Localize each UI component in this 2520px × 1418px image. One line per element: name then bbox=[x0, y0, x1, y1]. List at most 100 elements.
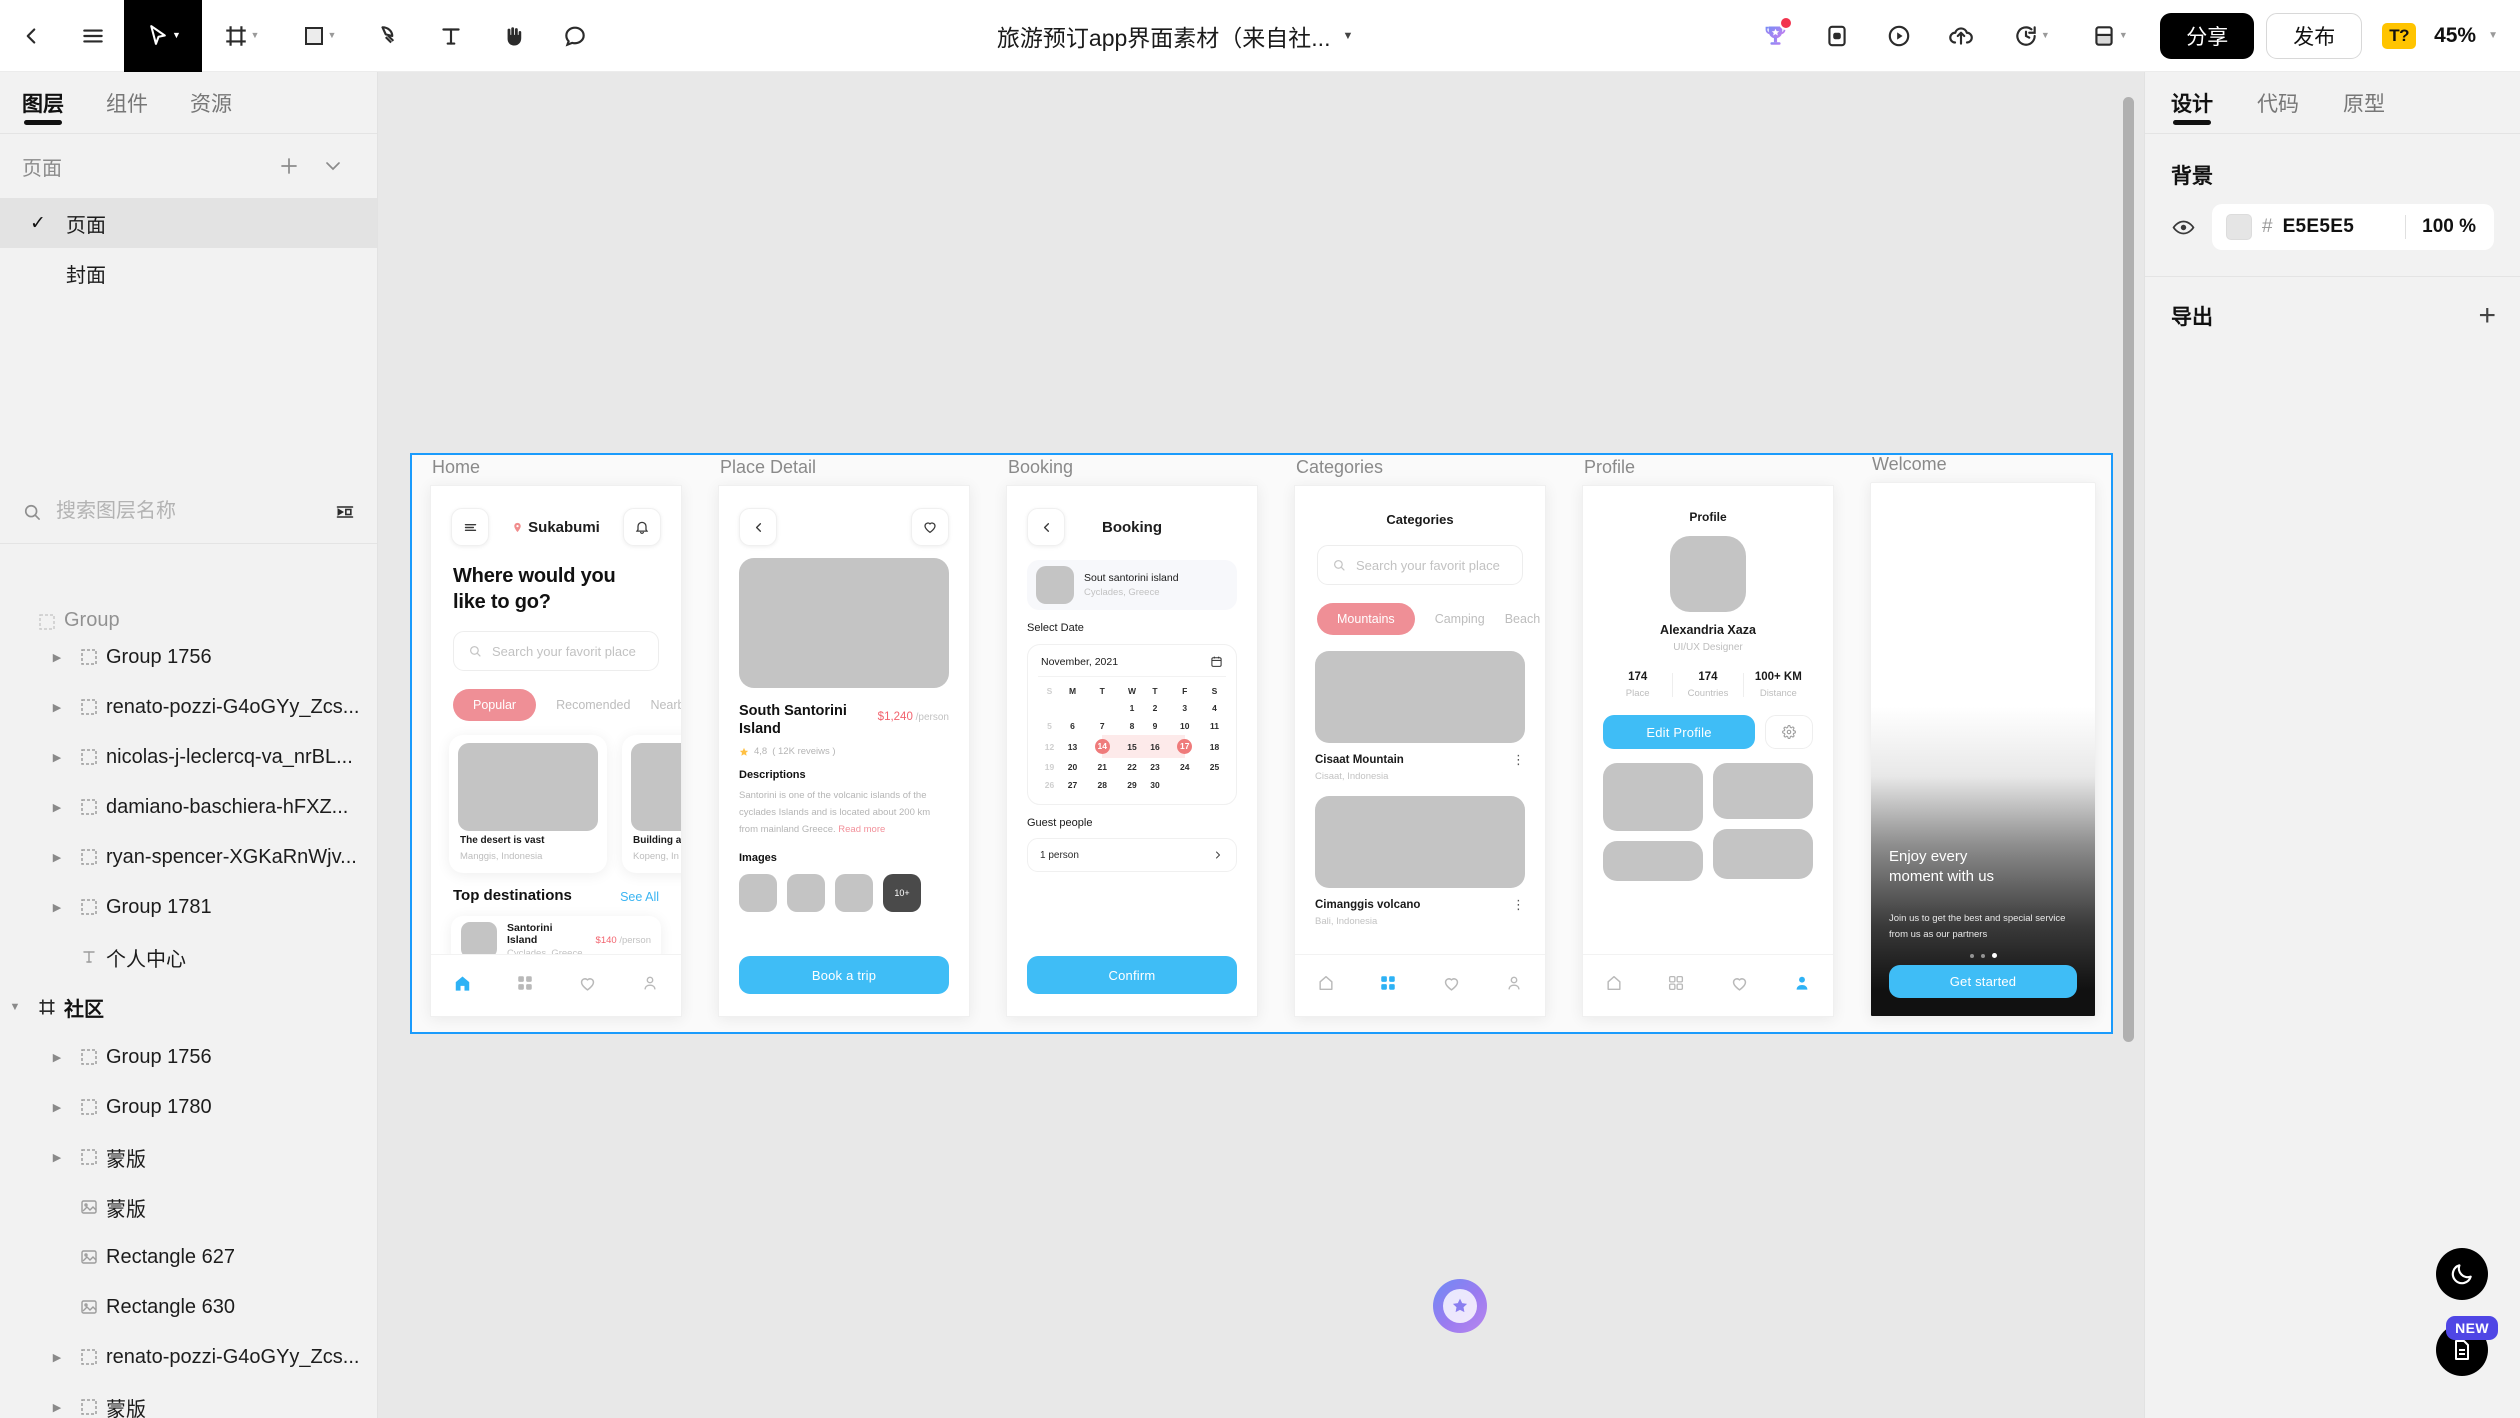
chip-nearby[interactable]: Nearby bbox=[650, 698, 681, 712]
background-hex-value[interactable]: E5E5E5 bbox=[2283, 216, 2355, 238]
move-tool-caret[interactable]: ▼ bbox=[172, 31, 181, 40]
layer-row[interactable]: 蒙版 bbox=[0, 1182, 377, 1232]
move-tool[interactable]: ▼ bbox=[124, 0, 202, 72]
profile-actions[interactable]: Edit Profile bbox=[1603, 715, 1813, 749]
canvas-scrollbar[interactable] bbox=[2123, 97, 2134, 1042]
get-started-button[interactable]: Get started bbox=[1889, 965, 2077, 998]
confirm-button[interactable]: Confirm bbox=[1027, 956, 1237, 994]
welcome-pager-dots[interactable] bbox=[1871, 953, 2095, 958]
tab-design[interactable]: 设计 bbox=[2171, 72, 2213, 134]
categories-chips[interactable]: Mountains Camping Beach Forest bbox=[1295, 585, 1545, 635]
design-canvas[interactable]: Home Sukabumi Where would you like to go? bbox=[378, 72, 2144, 1418]
book-trip-button[interactable]: Book a trip bbox=[739, 956, 949, 994]
layer-row[interactable]: ▶ Group 1780 bbox=[0, 1082, 377, 1132]
calendar-day[interactable]: 11 bbox=[1203, 717, 1226, 735]
tab-categories[interactable] bbox=[1379, 974, 1397, 997]
search-input[interactable] bbox=[56, 500, 321, 523]
add-export-button[interactable]: + bbox=[2478, 300, 2496, 331]
frame-home[interactable]: Home Sukabumi Where would you like to go? bbox=[430, 457, 682, 1017]
text-tool[interactable] bbox=[420, 0, 482, 72]
more-options-icon[interactable]: ⋮ bbox=[1512, 753, 1525, 766]
calendar-day[interactable]: 6 bbox=[1061, 717, 1084, 735]
categories-search-box[interactable]: Search your favorit place bbox=[1317, 545, 1523, 585]
calendar-day[interactable]: 14 bbox=[1084, 735, 1121, 758]
calendar-day[interactable]: 4 bbox=[1203, 699, 1226, 717]
frame-place-detail[interactable]: Place Detail South Santorini Island $1,24… bbox=[718, 457, 970, 1017]
history-caret[interactable]: ▼ bbox=[2041, 31, 2050, 40]
chip-camping[interactable]: Camping bbox=[1435, 612, 1485, 626]
profile-gallery[interactable] bbox=[1603, 763, 1813, 881]
tab-home[interactable] bbox=[1317, 974, 1335, 997]
calendar-day[interactable]: 7 bbox=[1084, 717, 1120, 735]
frame-label[interactable]: Place Detail bbox=[720, 457, 816, 478]
calendar-day[interactable]: 30 bbox=[1144, 776, 1167, 794]
shape-tool-caret[interactable]: ▼ bbox=[328, 31, 337, 40]
phone-place-detail[interactable]: South Santorini Island $1,240 /person 4,8… bbox=[718, 485, 970, 1017]
expand-arrow-icon[interactable]: ▶ bbox=[42, 651, 72, 664]
background-opacity-value[interactable]: 100 % bbox=[2422, 216, 2480, 238]
publish-button[interactable]: 发布 bbox=[2266, 12, 2363, 59]
gallery-item[interactable] bbox=[1603, 841, 1703, 881]
calendar-day[interactable]: 21 bbox=[1084, 758, 1120, 776]
page-item-cover[interactable]: 封面 bbox=[0, 248, 377, 298]
color-swatch[interactable] bbox=[2226, 214, 2252, 240]
back-button[interactable] bbox=[739, 508, 777, 546]
layer-row[interactable]: Rectangle 630 bbox=[0, 1282, 377, 1332]
main-menu-button[interactable] bbox=[62, 0, 124, 72]
frame-label[interactable]: Welcome bbox=[1872, 454, 1947, 475]
calendar-day[interactable]: 24 bbox=[1167, 758, 1203, 776]
play-button[interactable] bbox=[1868, 0, 1930, 72]
layer-row[interactable]: ▶ 蒙版 bbox=[0, 1132, 377, 1182]
layer-row[interactable]: ▼ 社区 bbox=[0, 982, 377, 1032]
destination-card[interactable]: The desert is vast Manggis, Indonesia bbox=[449, 735, 607, 874]
expand-arrow-icon[interactable]: ▶ bbox=[42, 1051, 72, 1064]
calendar-day[interactable]: 23 bbox=[1144, 758, 1167, 776]
chip-beach[interactable]: Beach bbox=[1505, 612, 1540, 626]
calendar-day[interactable]: 20 bbox=[1061, 758, 1084, 776]
calendar-day[interactable]: 28 bbox=[1084, 776, 1120, 794]
history-button[interactable]: ▼ bbox=[1992, 0, 2070, 72]
layer-row[interactable]: ▶ damiano-baschiera-hFXZ... bbox=[0, 782, 377, 832]
hand-tool[interactable] bbox=[482, 0, 544, 72]
star-badge-button[interactable] bbox=[1433, 1279, 1487, 1333]
frame-booking[interactable]: Booking Booking Sout santorini island Cy… bbox=[1006, 457, 1258, 1017]
tab-favorites[interactable] bbox=[578, 974, 597, 998]
calendar-body[interactable]: 1 2 3 4 5 6 7 8 9 10 11 12 13 14 15 16 17 18 19 20 21 22 23 24 2… bbox=[1038, 699, 1226, 794]
calendar[interactable]: November, 2021 SMTWTFS 1 2 3 4 5 6 7 8 9 10 11 12 13… bbox=[1027, 644, 1237, 805]
comment-tool[interactable] bbox=[544, 0, 606, 72]
layer-row[interactable]: ▶ renato-pozzi-G4oGYy_Zcs... bbox=[0, 1332, 377, 1382]
guest-selector[interactable]: 1 person bbox=[1027, 838, 1237, 872]
notifications-button[interactable] bbox=[623, 508, 661, 546]
frame-categories[interactable]: Categories Categories Search your favori… bbox=[1294, 457, 1546, 1017]
more-images-thumb[interactable]: 10+ bbox=[883, 874, 921, 913]
back-button[interactable] bbox=[0, 0, 62, 72]
bottom-tabbar[interactable] bbox=[1295, 954, 1545, 1016]
calendar-day[interactable]: 1 bbox=[1120, 699, 1143, 717]
rewards-button[interactable] bbox=[1744, 0, 1806, 72]
page-item-active[interactable]: ✓ 页面 bbox=[0, 198, 377, 248]
phone-welcome[interactable]: Enjoy every moment with us Join us to get… bbox=[1870, 482, 2096, 1017]
destination-card[interactable]: Building ar Kopeng, In bbox=[622, 735, 681, 874]
tab-home[interactable] bbox=[453, 974, 472, 998]
frame-label[interactable]: Categories bbox=[1296, 457, 1383, 478]
chip-recomended[interactable]: Recomended bbox=[556, 698, 630, 712]
pager-dot[interactable] bbox=[1969, 953, 1974, 958]
expand-arrow-icon[interactable]: ▶ bbox=[42, 751, 72, 764]
frame-profile[interactable]: Profile Profile Alexandria Xaza UI/UX De… bbox=[1582, 457, 1834, 1017]
expand-arrow-icon[interactable]: ▼ bbox=[0, 1001, 30, 1013]
layout-button[interactable]: ▼ bbox=[2070, 0, 2148, 72]
calendar-day[interactable]: 9 bbox=[1144, 717, 1167, 735]
calendar-day[interactable]: 12 bbox=[1038, 735, 1061, 758]
expand-arrow-icon[interactable]: ▶ bbox=[42, 1151, 72, 1164]
home-search-box[interactable]: Search your favorit place bbox=[453, 631, 659, 672]
chevron-down-icon[interactable]: ▼ bbox=[1342, 30, 1353, 42]
pen-tool[interactable] bbox=[358, 0, 420, 72]
layer-row[interactable]: ▶ Group 1756 bbox=[0, 632, 377, 682]
upload-button[interactable] bbox=[1930, 0, 1992, 72]
calendar-day[interactable]: 17 bbox=[1166, 735, 1203, 758]
add-page-button[interactable] bbox=[267, 144, 311, 188]
image-thumb[interactable] bbox=[787, 874, 825, 913]
calendar-day[interactable]: 8 bbox=[1120, 717, 1143, 735]
current-location[interactable]: Sukabumi bbox=[489, 519, 623, 536]
category-item-row[interactable]: Cisaat Mountain ⋮ bbox=[1295, 743, 1545, 766]
